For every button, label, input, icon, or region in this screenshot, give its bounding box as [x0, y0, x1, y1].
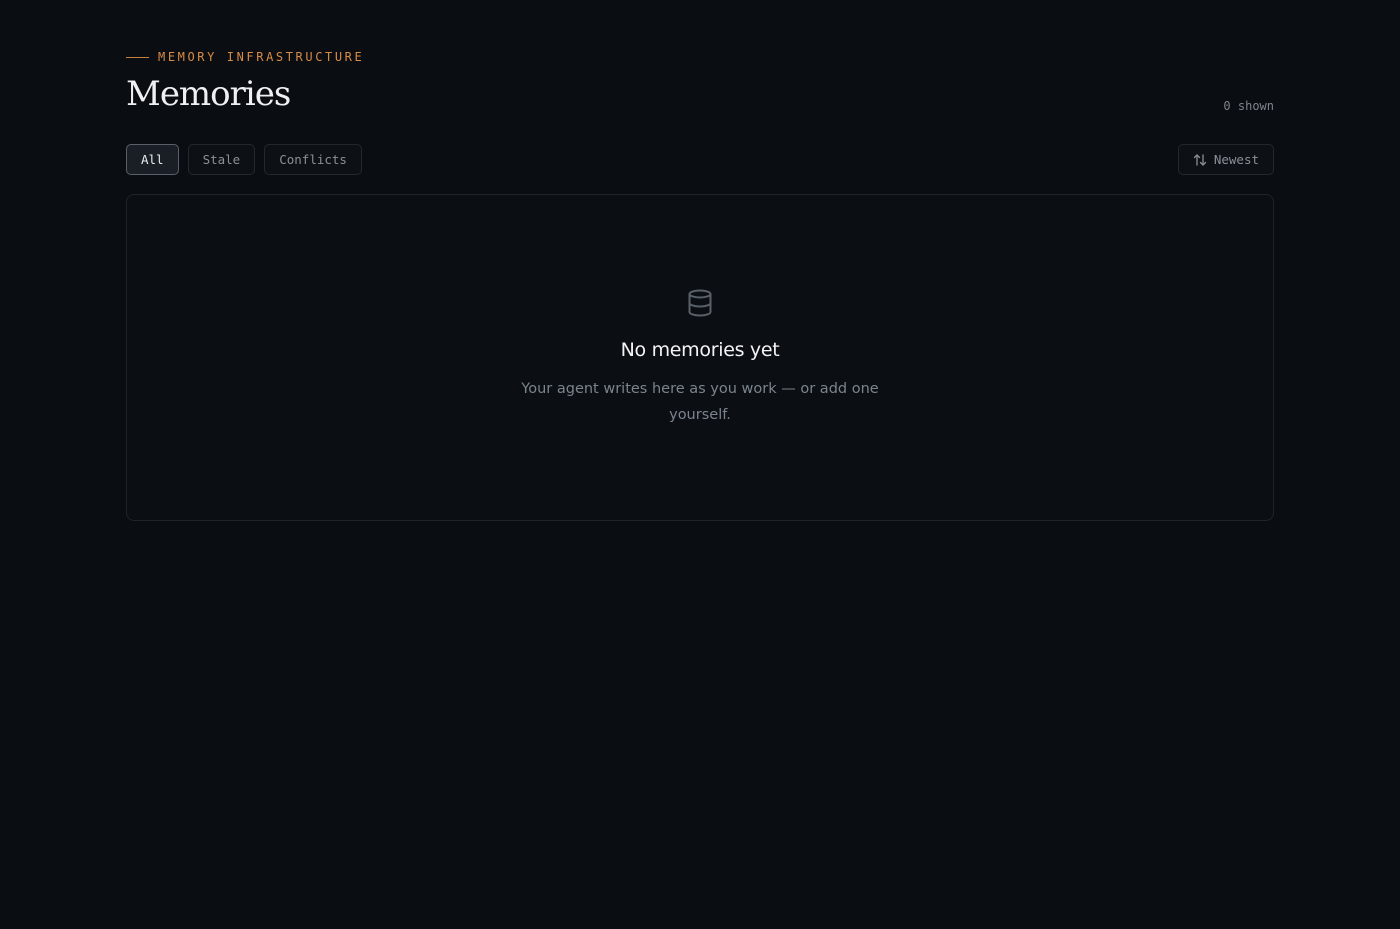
filter-all-button[interactable]: All	[126, 144, 179, 175]
shown-count: 0 shown	[1223, 99, 1274, 113]
filter-chips: All Stale Conflicts	[126, 144, 362, 175]
empty-state-title: No memories yet	[620, 339, 780, 361]
section-eyebrow: MEMORY INFRASTRUCTURE	[126, 49, 364, 65]
sort-button[interactable]: Newest	[1177, 144, 1274, 175]
memories-list-panel: No memories yet Your agent writes here a…	[126, 194, 1274, 521]
database-icon	[687, 289, 713, 317]
sort-label: Newest	[1213, 152, 1259, 167]
eyebrow-rule	[126, 56, 149, 58]
filter-conflicts-button[interactable]: Conflicts	[264, 144, 362, 175]
sort-arrows-icon	[1193, 153, 1207, 167]
eyebrow-label: MEMORY INFRASTRUCTURE	[158, 50, 365, 64]
memories-page: MEMORY INFRASTRUCTURE Memories 0 shown A…	[0, 0, 1400, 929]
page-title: Memories	[126, 74, 291, 114]
empty-state-description: Your agent writes here as you work — or …	[521, 381, 879, 423]
filter-stale-button[interactable]: Stale	[187, 144, 256, 175]
